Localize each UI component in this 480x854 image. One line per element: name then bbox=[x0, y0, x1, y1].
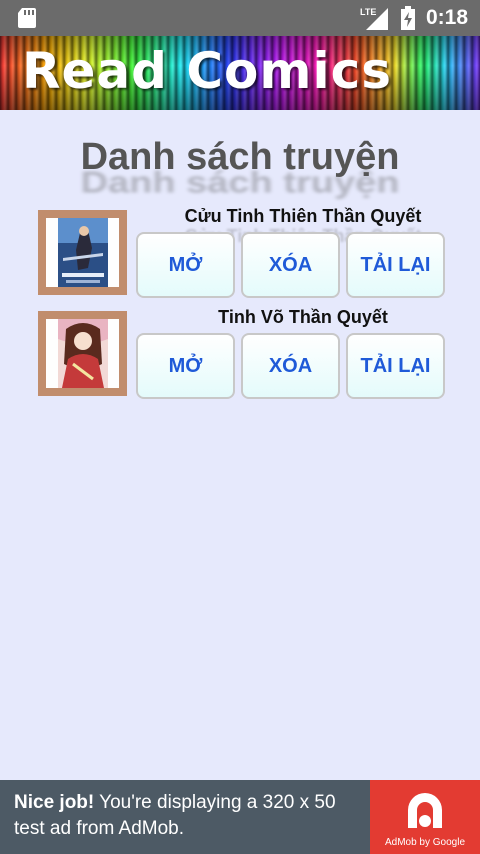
status-bar: LTE 0:18 bbox=[0, 0, 480, 36]
comic-cover[interactable] bbox=[38, 311, 127, 396]
open-button[interactable]: MỞ bbox=[136, 333, 235, 399]
reload-button[interactable]: TẢI LẠI bbox=[346, 333, 445, 399]
admob-icon bbox=[408, 793, 442, 828]
delete-button[interactable]: XÓA bbox=[241, 232, 340, 298]
ad-banner[interactable]: Nice job! You're displaying a 320 x 50 t… bbox=[0, 780, 480, 854]
reload-button[interactable]: TẢI LẠI bbox=[346, 232, 445, 298]
clock: 0:18 bbox=[426, 6, 469, 29]
ad-headline: Nice job! bbox=[14, 792, 95, 813]
cover-art-icon bbox=[58, 218, 108, 287]
app-banner: Read Comics bbox=[0, 36, 480, 110]
open-button[interactable]: MỞ bbox=[136, 232, 235, 298]
delete-button[interactable]: XÓA bbox=[241, 333, 340, 399]
cover-image bbox=[46, 218, 119, 287]
cover-art-icon bbox=[58, 319, 108, 388]
comic-title: Tinh Võ Thần Quyết bbox=[218, 307, 388, 327]
comic-title: Cửu Tinh Thiên Thần Quyết bbox=[184, 206, 422, 226]
banner-title: Read Comics bbox=[22, 42, 393, 100]
sd-card-icon bbox=[18, 8, 36, 28]
lte-signal-icon: LTE bbox=[360, 7, 388, 30]
svg-text:LTE: LTE bbox=[360, 7, 376, 17]
comic-cover[interactable] bbox=[38, 210, 127, 295]
admob-logo: AdMob by Google bbox=[370, 780, 480, 854]
page-title: Danh sách truyện bbox=[80, 136, 400, 178]
battery-icon bbox=[401, 6, 415, 30]
cover-image bbox=[46, 319, 119, 388]
admob-caption: AdMob by Google bbox=[384, 837, 466, 848]
ad-text: Nice job! You're displaying a 320 x 50 t… bbox=[14, 790, 364, 842]
